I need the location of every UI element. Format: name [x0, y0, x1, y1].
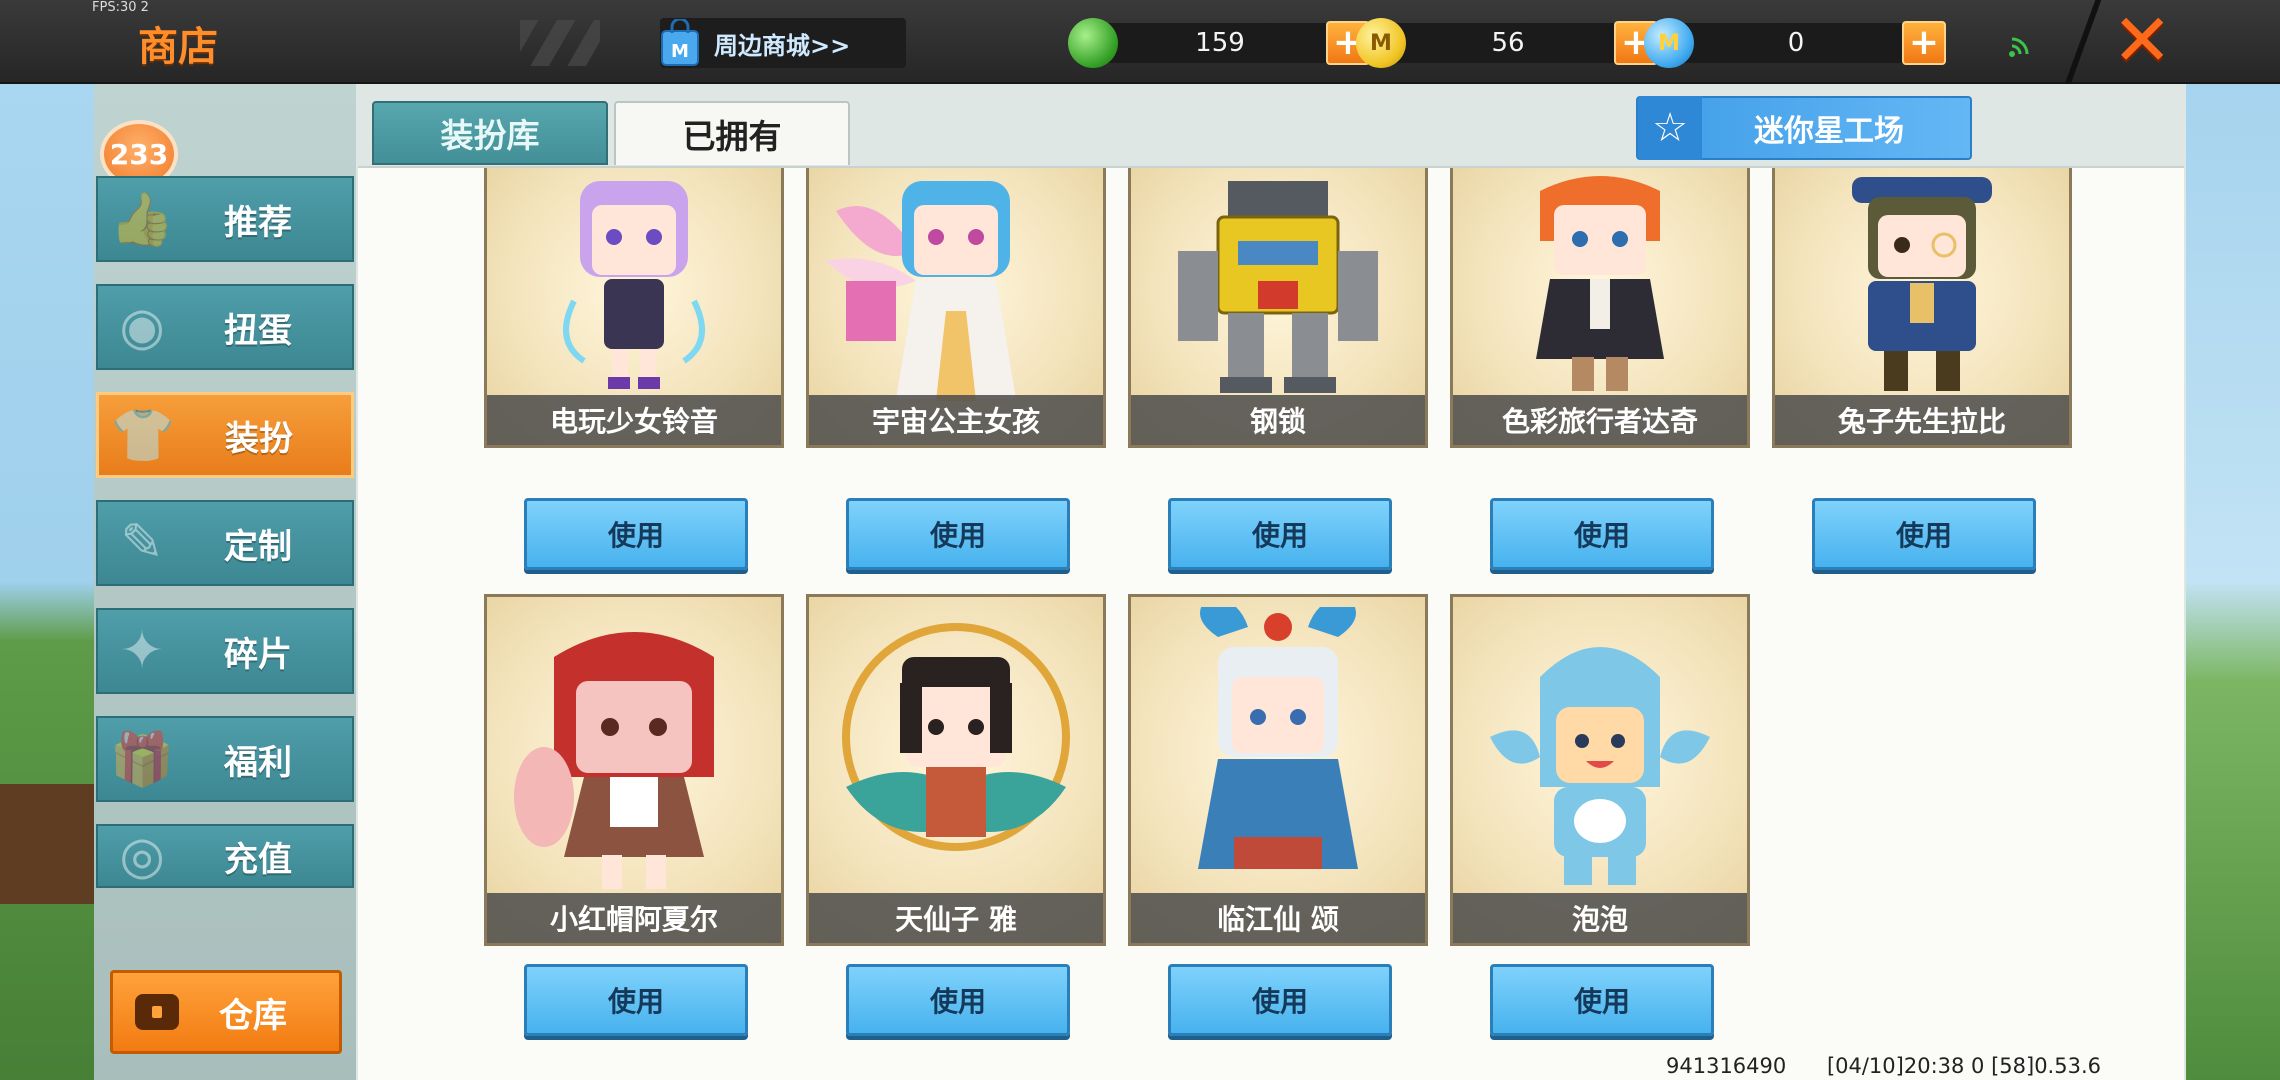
blue-coin-icon: M — [1644, 18, 1694, 68]
gift-icon: 🎁 — [109, 729, 175, 790]
background-scenery-left — [0, 84, 95, 1080]
merch-mall-label: 周边商城>> — [714, 31, 851, 60]
use-button[interactable]: 使用 — [1490, 964, 1714, 1036]
skin-card[interactable]: 钢锁 — [1128, 168, 1428, 448]
debug-footer: 941316490 [04/10]20:38 0 [58]0.53.6 — [1666, 1054, 2135, 1078]
currency-value: 0 — [1676, 23, 1916, 63]
tab-outfit-library[interactable]: 装扮库 — [372, 101, 608, 165]
fps-counter: FPS:30 2 — [92, 0, 149, 15]
skin-name: 兔子先生拉比 — [1775, 395, 2069, 445]
close-button[interactable]: ✕ — [2112, 4, 2172, 76]
skin-card[interactable]: 电玩少女铃音 — [484, 168, 784, 448]
sidebar-item-label: 充值 — [224, 839, 292, 880]
currency-star-coin: M 0 + — [1644, 18, 1946, 68]
currency-value: 159 — [1100, 23, 1340, 63]
tab-owned[interactable]: 已拥有 — [614, 101, 850, 165]
sidebar-item-label: 推荐 — [224, 202, 292, 243]
skin-card[interactable]: 兔子先生拉比 — [1772, 168, 2072, 448]
sidebar-item-custom[interactable]: ✎ 定制 — [96, 500, 354, 586]
sidebar-item-label: 碎片 — [224, 634, 292, 675]
skin-name: 泡泡 — [1453, 893, 1747, 943]
skin-name: 电玩少女铃音 — [487, 395, 781, 445]
background-scenery-right — [2185, 84, 2280, 1080]
gold-coin-icon: M — [1356, 18, 1406, 68]
sidebar-item-fragments[interactable]: ✦ 碎片 — [96, 608, 354, 694]
sidebar-item-label: 定制 — [224, 526, 292, 567]
timestamp: [04/10]20:38 0 — [1826, 1054, 1985, 1078]
svg-text:M: M — [671, 41, 689, 62]
pencil-icon: ✎ — [120, 513, 164, 573]
sidebar-item-label: 福利 — [224, 742, 292, 783]
character-figure — [514, 632, 714, 889]
shirt-icon: 👕 — [110, 405, 176, 466]
skin-name: 天仙子 雅 — [809, 893, 1103, 943]
character-figure — [563, 181, 705, 389]
star-icon: ☆ — [1638, 96, 1702, 160]
top-bar: FPS:30 2 商店 M 周边商城>> 159 + M 56 + M 0 + — [0, 0, 2280, 84]
use-button[interactable]: 使用 — [1168, 498, 1392, 570]
merch-mall-link[interactable]: M 周边商城>> — [658, 17, 906, 68]
use-button[interactable]: 使用 — [1168, 964, 1392, 1036]
thumbs-up-icon: 👍 — [109, 189, 175, 250]
use-button[interactable]: 使用 — [524, 964, 748, 1036]
skin-name: 宇宙公主女孩 — [809, 395, 1103, 445]
sidebar-item-outfits[interactable]: 👕 装扮 — [96, 392, 354, 478]
skin-card[interactable]: 天仙子 雅 — [806, 594, 1106, 946]
character-figure — [1852, 177, 1992, 391]
dirt-block — [0, 784, 95, 904]
skin-name: 小红帽阿夏尔 — [487, 893, 781, 943]
mini-star-workshop-button[interactable]: ☆ 迷你星工场 — [1636, 96, 1972, 160]
shopping-bag-icon: M — [658, 17, 702, 67]
skin-card[interactable]: 泡泡 — [1450, 594, 1750, 946]
character-figure — [826, 181, 1016, 401]
currency-value: 56 — [1388, 23, 1628, 63]
skin-card[interactable]: 色彩旅行者达奇 — [1450, 168, 1750, 448]
sidebar-item-label: 扭蛋 — [224, 310, 292, 351]
character-figure — [1536, 176, 1664, 391]
owned-skins-grid: 电玩少女铃音 宇宙公主女孩 钢锁 色彩旅行者达奇 兔子先生拉比 使用 使用 使用… — [358, 166, 2184, 1080]
version: [58]0.53.6 — [1991, 1054, 2101, 1078]
add-star-coin-button[interactable]: + — [1902, 21, 1946, 65]
storage-label: 仓库 — [219, 995, 287, 1036]
skin-card[interactable]: 宇宙公主女孩 — [806, 168, 1106, 448]
coin-stack-icon: ◎ — [119, 826, 165, 886]
character-figure — [1490, 647, 1710, 885]
skin-name: 临江仙 颂 — [1131, 893, 1425, 943]
top-bar-divider — [2064, 0, 2102, 84]
page-title: 商店 — [138, 24, 218, 70]
user-id: 941316490 — [1666, 1054, 1787, 1078]
currency-mini-bean: 159 + — [1068, 18, 1370, 68]
sidebar-item-welfare[interactable]: 🎁 福利 — [96, 716, 354, 802]
character-figure — [842, 623, 1070, 851]
character-figure — [1178, 181, 1378, 393]
puzzle-icon: ✦ — [120, 621, 164, 681]
skin-card[interactable]: 小红帽阿夏尔 — [484, 594, 784, 946]
decorative-stripes — [520, 20, 600, 66]
storage-button[interactable]: 仓库 — [110, 970, 342, 1054]
use-button[interactable]: 使用 — [846, 498, 1070, 570]
character-figure — [1198, 607, 1358, 869]
sidebar-item-label: 装扮 — [225, 418, 293, 459]
green-gem-icon — [1068, 18, 1118, 68]
currency-mini-coin: M 56 + — [1356, 18, 1658, 68]
use-button[interactable]: 使用 — [1490, 498, 1714, 570]
skin-name: 钢锁 — [1131, 395, 1425, 445]
skin-card[interactable]: 临江仙 颂 — [1128, 594, 1428, 946]
workshop-label: 迷你星工场 — [1754, 114, 1904, 149]
use-button[interactable]: 使用 — [846, 964, 1070, 1036]
sidebar-item-recharge[interactable]: ◎ 充值 — [96, 824, 354, 888]
capsule-icon: ◉ — [119, 297, 165, 357]
sidebar-item-gacha[interactable]: ◉ 扭蛋 — [96, 284, 354, 370]
chest-icon — [135, 994, 179, 1030]
wifi-signal-icon — [2006, 30, 2036, 60]
use-button[interactable]: 使用 — [1812, 498, 2036, 570]
skin-name: 色彩旅行者达奇 — [1453, 395, 1747, 445]
sidebar-item-recommend[interactable]: 👍 推荐 — [96, 176, 354, 262]
use-button[interactable]: 使用 — [524, 498, 748, 570]
